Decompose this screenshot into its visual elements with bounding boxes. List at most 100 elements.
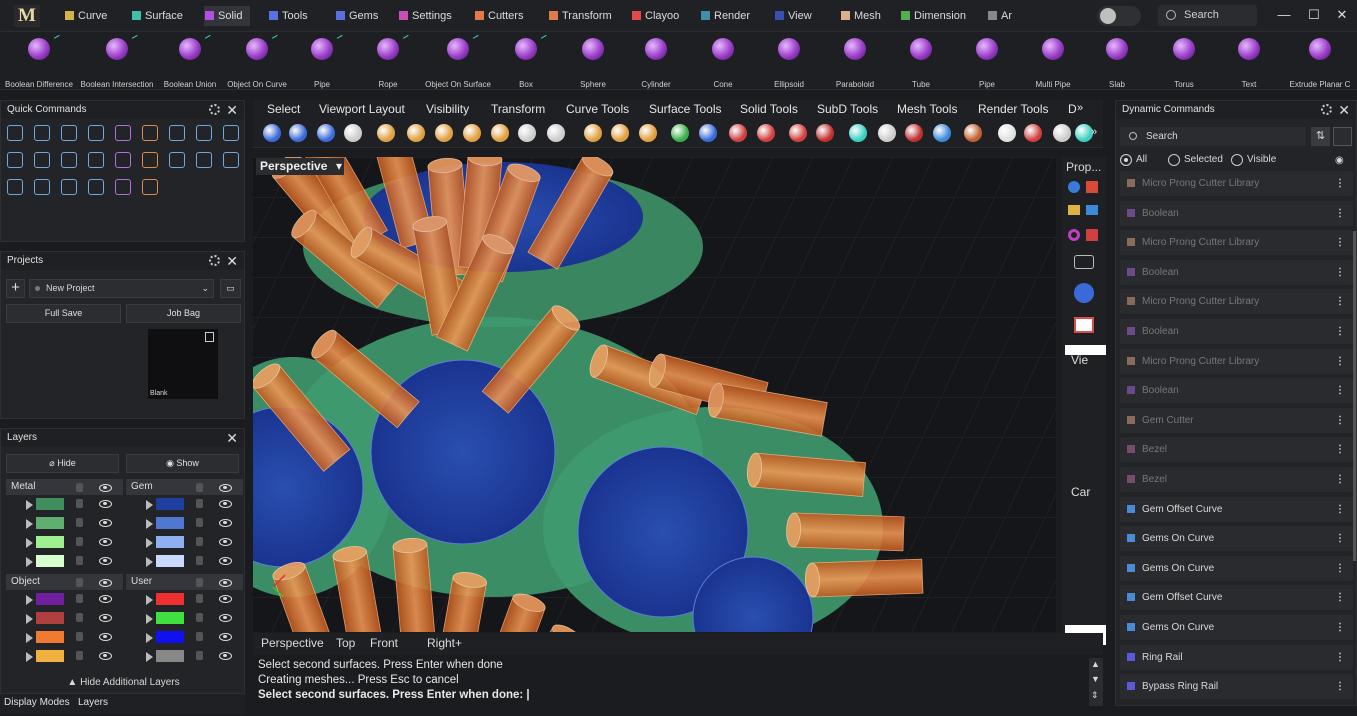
eye-icon[interactable]: [219, 595, 232, 603]
more-options-icon[interactable]: ⋮: [1335, 526, 1345, 551]
layer-row[interactable]: [126, 495, 243, 514]
lock-icon[interactable]: [196, 613, 203, 622]
display-mode-icon[interactable]: [584, 124, 602, 142]
layer-color-swatch[interactable]: [36, 517, 64, 529]
filter-all[interactable]: All: [1120, 153, 1147, 167]
more-options-icon[interactable]: ⋮: [1335, 260, 1345, 285]
more-options-icon[interactable]: ⋮: [1335, 585, 1345, 610]
quick-command-icon[interactable]: [196, 125, 212, 141]
ribbon-tool-boolean-intersection[interactable]: Boolean Intersection: [79, 34, 155, 90]
lock-icon[interactable]: [196, 632, 203, 641]
more-options-icon[interactable]: ⋮: [1335, 556, 1345, 581]
layer-color-swatch[interactable]: [36, 631, 64, 643]
display-mode-icon[interactable]: [789, 124, 807, 142]
quick-command-icon[interactable]: [88, 179, 104, 195]
tab-curve[interactable]: Curve: [64, 6, 107, 26]
expand-triangle-icon[interactable]: [26, 500, 33, 510]
quick-command-icon[interactable]: [115, 125, 131, 141]
ribbon-tool-boolean-union[interactable]: Boolean Union: [162, 34, 218, 90]
layer-row[interactable]: [126, 628, 243, 647]
ribbon-tool-text[interactable]: Text: [1229, 34, 1269, 90]
more-options-icon[interactable]: ⋮: [1335, 408, 1345, 433]
display-mode-icon[interactable]: [964, 124, 982, 142]
layer-row[interactable]: [6, 647, 123, 666]
eye-icon[interactable]: [99, 579, 112, 587]
expand-triangle-icon[interactable]: [26, 538, 33, 548]
eye-icon[interactable]: [219, 484, 232, 492]
display-mode-icon[interactable]: [757, 124, 775, 142]
display-mode-icon[interactable]: [729, 124, 747, 142]
tab-solid[interactable]: Solid: [204, 6, 251, 26]
dynamic-command-item[interactable]: Boolean ⋮: [1120, 378, 1353, 404]
dynamic-command-item[interactable]: Bypass Ring Rail ⋮: [1120, 674, 1353, 700]
display-mode-icon[interactable]: [317, 124, 335, 142]
ribbon-tool-extrude-planar-c[interactable]: Extrude Planar C: [1283, 34, 1357, 90]
eye-icon[interactable]: [219, 519, 232, 527]
layer-row[interactable]: [126, 647, 243, 666]
project-thumbnail[interactable]: Blank: [148, 329, 218, 399]
layer-color-swatch[interactable]: [36, 536, 64, 548]
ribbon-tool-tube[interactable]: Tube: [898, 34, 944, 90]
tab-render[interactable]: Render: [700, 6, 750, 26]
expand-triangle-icon[interactable]: [146, 538, 153, 548]
display-mode-icon[interactable]: [263, 124, 281, 142]
quick-command-icon[interactable]: [88, 125, 104, 141]
display-mode-icon[interactable]: [816, 124, 834, 142]
dynamic-command-item[interactable]: Micro Prong Cutter Library ⋮: [1120, 230, 1353, 256]
filter-visible[interactable]: Visible: [1231, 153, 1276, 167]
quick-command-icon[interactable]: [223, 152, 239, 168]
ribbon-tool-multi-pipe[interactable]: Multi Pipe: [1030, 34, 1076, 90]
ribbon-tool-cylinder[interactable]: Cylinder: [636, 34, 676, 90]
camera-icon[interactable]: [1074, 255, 1094, 269]
lock-icon[interactable]: [196, 537, 203, 546]
layer-row[interactable]: [6, 514, 123, 533]
command-scrollbar[interactable]: ▲ ▼ ⇕: [1089, 658, 1103, 706]
quick-command-icon[interactable]: [61, 152, 77, 168]
tab-ar[interactable]: Ar: [987, 6, 1012, 26]
lock-icon[interactable]: [76, 537, 83, 546]
frame-icon[interactable]: [1074, 317, 1094, 333]
tab-cutters[interactable]: Cutters: [474, 6, 523, 26]
ribbon-tool-pipe[interactable]: Pipe: [968, 34, 1006, 90]
eye-icon[interactable]: [99, 595, 112, 603]
tab-mesh-tools[interactable]: Mesh Tools: [897, 102, 957, 116]
display-mode-icon[interactable]: [547, 124, 565, 142]
expand-triangle-icon[interactable]: [26, 557, 33, 567]
hide-additional-layers-button[interactable]: ▲ Hide Additional Layers: [1, 677, 246, 688]
eye-icon[interactable]: [99, 633, 112, 641]
3d-viewport[interactable]: [253, 157, 1056, 632]
show-layers-button[interactable]: ◉ Show: [126, 454, 239, 473]
eye-icon[interactable]: [99, 519, 112, 527]
layer-row[interactable]: [6, 533, 123, 552]
project-select[interactable]: New Project ⌄: [29, 279, 214, 298]
layer-color-swatch[interactable]: [156, 555, 184, 567]
lock-icon[interactable]: [76, 578, 83, 587]
eye-icon[interactable]: [99, 652, 112, 660]
tab-curve-tools[interactable]: Curve Tools: [566, 102, 629, 116]
layer-color-swatch[interactable]: [156, 650, 184, 662]
layer-color-swatch[interactable]: [36, 498, 64, 510]
lock-icon[interactable]: [196, 651, 203, 660]
more-options-icon[interactable]: ⋮: [1335, 467, 1345, 492]
quick-command-icon[interactable]: [7, 152, 23, 168]
add-project-button[interactable]: +: [6, 279, 25, 298]
expand-triangle-icon[interactable]: [26, 614, 33, 624]
filter-selected[interactable]: Selected: [1168, 153, 1223, 167]
display-mode-icon[interactable]: [518, 124, 536, 142]
lock-icon[interactable]: [76, 518, 83, 527]
tab-visibility[interactable]: Visibility: [426, 102, 469, 116]
layer-row[interactable]: [6, 590, 123, 609]
dynamic-command-item[interactable]: Bezel ⋮: [1120, 437, 1353, 463]
display-mode-icon[interactable]: [998, 124, 1016, 142]
ribbon-tool-box[interactable]: Box: [512, 34, 550, 90]
quick-command-icon[interactable]: [142, 125, 158, 141]
display-mode-icon[interactable]: [463, 124, 481, 142]
lock-icon[interactable]: [76, 651, 83, 660]
lock-icon[interactable]: [76, 556, 83, 565]
display-mode-icon[interactable]: [1053, 124, 1071, 142]
color-wheel-icon[interactable]: [1068, 229, 1080, 241]
eye-icon[interactable]: [99, 538, 112, 546]
dynamic-command-item[interactable]: Ring Rail ⋮: [1120, 644, 1353, 670]
more-options-icon[interactable]: ⋮: [1335, 289, 1345, 314]
app-logo[interactable]: M: [14, 5, 40, 27]
